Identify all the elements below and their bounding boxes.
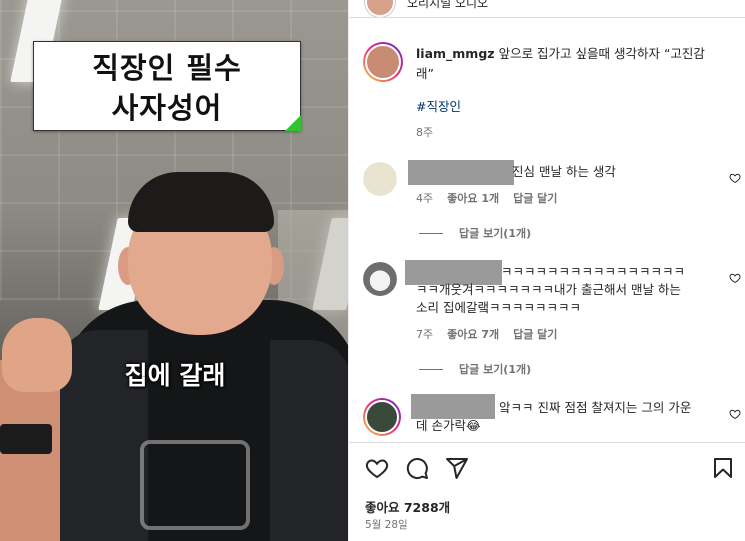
video-player[interactable]: 직장인 필수 사자성어 집에 갈래 — [0, 0, 348, 541]
comment-icon[interactable] — [405, 456, 429, 480]
video-caption-card: 직장인 필수 사자성어 — [33, 41, 301, 131]
comment-meta: 7주 좋아요 7개 답글 달기 — [416, 326, 557, 342]
commenter-avatar[interactable] — [363, 262, 397, 296]
redacted-username — [408, 160, 514, 185]
raised-fist — [2, 318, 72, 392]
comment-meta: 4주 좋아요 1개 답글 달기 — [416, 190, 557, 206]
video-caption-line: 직장인 필수 — [92, 51, 242, 85]
bookmark-icon[interactable] — [711, 456, 735, 480]
comment-text: ㅋㅋㅋㅋㅋㅋㅋㅋㅋㅋㅋㅋㅋㅋㅋㅋ — [501, 264, 686, 279]
commenter-avatar[interactable] — [363, 162, 397, 196]
video-subtitle: 집에 갈래 — [124, 361, 226, 390]
comment-text: ㅋㅋ개웃겨ㅋㅋㅋㅋㅋㅋㅋ내가 출근해서 맨날 하는 — [416, 282, 681, 297]
post-panel: 오리지널 오디오 liam_mmgz 앞으로 집가고 싶을때 생각하자 “고진감래… — [348, 0, 745, 541]
caption-text: liam_mmgz 앞으로 집가고 싶을때 생각하자 “고진감래” — [416, 44, 716, 84]
comment-text: 소리 집에갈랰ㅋㅋㅋㅋㅋㅋㅋㅋ — [416, 300, 581, 315]
comment-text: 진심 맨날 하는 생각 — [512, 164, 616, 179]
video-caption-line: 사자성어 — [111, 91, 223, 125]
reply-button[interactable]: 답글 달기 — [513, 326, 557, 342]
corner-fold — [285, 115, 301, 131]
audio-row[interactable]: 오리지널 오디오 — [365, 0, 488, 17]
comment-age: 7주 — [416, 328, 434, 341]
post-date: 5월 28일 — [365, 519, 408, 531]
heart-icon[interactable] — [729, 408, 741, 420]
comment-likes[interactable]: 좋아요 7개 — [447, 326, 499, 342]
commenter-avatar[interactable] — [363, 398, 401, 436]
avatar[interactable] — [365, 0, 395, 17]
reply-button[interactable]: 답글 달기 — [513, 190, 557, 206]
author-avatar[interactable] — [363, 42, 403, 82]
shirt-print — [140, 440, 250, 530]
comment-likes[interactable]: 좋아요 1개 — [447, 190, 499, 206]
comment-text: 앜ㅋㅋ 진짜 점점 찰져지는 그의 가운 — [499, 400, 692, 415]
post-age: 8주 — [416, 126, 434, 139]
person-hair — [128, 172, 274, 232]
comment-age: 4주 — [416, 192, 434, 205]
divider — [349, 17, 745, 18]
action-bar — [365, 456, 735, 482]
hashtag-link[interactable]: #직장인 — [416, 96, 461, 115]
heart-icon[interactable] — [729, 172, 741, 184]
share-icon[interactable] — [445, 456, 469, 480]
view-replies-button[interactable]: 답글 보기(1개) — [419, 361, 531, 377]
comment-text: 데 손가락😂 — [416, 418, 481, 433]
heart-icon[interactable] — [365, 456, 389, 480]
jacket — [270, 340, 348, 541]
view-replies-button[interactable]: 답글 보기(1개) — [419, 225, 531, 241]
heart-icon[interactable] — [729, 272, 741, 284]
audio-label[interactable]: 오리지널 오디오 — [407, 0, 488, 11]
divider — [349, 442, 745, 443]
smartwatch — [0, 424, 52, 454]
like-count[interactable]: 좋아요 7288개 — [365, 497, 450, 516]
author-username[interactable]: liam_mmgz — [416, 46, 495, 61]
